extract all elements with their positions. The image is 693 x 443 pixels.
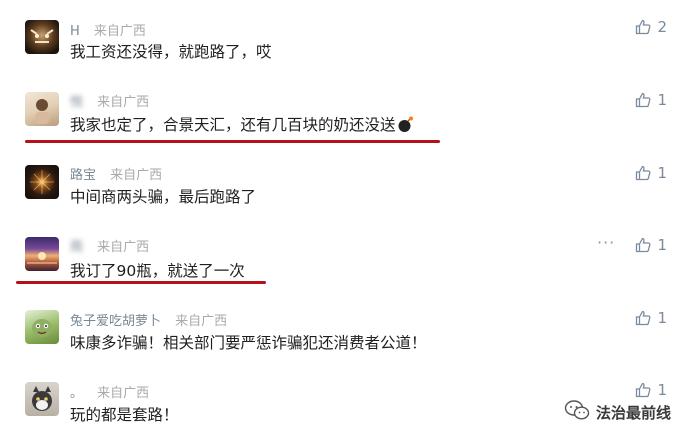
commenter-name[interactable]: 悦 (70, 95, 83, 110)
avatar[interactable] (25, 92, 59, 126)
avatar[interactable] (25, 20, 59, 54)
like-count: 2 (657, 18, 667, 36)
comment-text: 玩的都是套路！ (70, 406, 179, 424)
highlight-underline (25, 140, 440, 143)
comment-meta: 雨 来自广西 (70, 236, 149, 255)
comment-source: 来自广西 (97, 240, 150, 255)
like-count: 1 (657, 91, 667, 109)
thumbs-up-icon (635, 92, 651, 108)
commenter-name[interactable]: 。 (70, 386, 83, 401)
thumbs-up-icon (635, 237, 651, 253)
like-button[interactable]: 2 (635, 18, 667, 36)
comment-source: 来自广西 (175, 314, 228, 329)
commenter-name[interactable]: 兔子爱吃胡萝卜 (70, 314, 161, 329)
commenter-name[interactable]: 路宝 (70, 168, 96, 183)
comment-text: 我订了90瓶，就送了一次 (70, 262, 245, 280)
comment-meta: 路宝 来自广西 (70, 164, 162, 183)
thumbs-up-icon (635, 165, 651, 181)
avatar[interactable] (25, 237, 59, 271)
comment-source: 来自广西 (97, 95, 150, 110)
more-dots-icon[interactable]: ··· (597, 233, 615, 252)
comment-meta: 悦 来自广西 (70, 91, 149, 110)
like-button[interactable]: 1 (635, 381, 667, 399)
like-button[interactable]: 1 (635, 236, 667, 254)
comment-text: 中间商两头骗，最后跑路了 (70, 188, 257, 206)
like-count: 1 (657, 236, 667, 254)
like-count: 1 (657, 381, 667, 399)
thumbs-up-icon (635, 382, 651, 398)
comment-text: 味康多诈骗！相关部门要严惩诈骗犯还消费者公道！ (70, 334, 427, 352)
bomb-emoji-icon (397, 116, 414, 137)
comment-meta: 兔子爱吃胡萝卜 来自广西 (70, 310, 227, 329)
like-count: 1 (657, 309, 667, 327)
comment-source: 来自广西 (93, 24, 146, 39)
commenter-name[interactable]: H (70, 24, 80, 39)
like-count: 1 (657, 164, 667, 182)
comment-text-content: 我家也定了，合景天汇，还有几百块的奶还没送 (70, 116, 396, 134)
watermark: 法治最前线 (564, 399, 671, 425)
like-button[interactable]: 1 (635, 164, 667, 182)
comment-meta: H 来自广西 (70, 20, 146, 39)
avatar[interactable] (25, 382, 59, 416)
comment-source: 来自广西 (110, 168, 163, 183)
avatar[interactable] (25, 165, 59, 199)
comment-meta: 。 来自广西 (70, 382, 149, 401)
thumbs-up-icon (635, 19, 651, 35)
like-button[interactable]: 1 (635, 91, 667, 109)
like-button[interactable]: 1 (635, 309, 667, 327)
comment-text: 我家也定了，合景天汇，还有几百块的奶还没送 (70, 113, 414, 137)
comment-text: 我工资还没得，就跑路了，哎 (70, 43, 272, 61)
commenter-name[interactable]: 雨 (70, 240, 83, 255)
wechat-logo-icon (564, 399, 590, 425)
avatar[interactable] (25, 310, 59, 344)
thumbs-up-icon (635, 310, 651, 326)
comment-source: 来自广西 (97, 386, 150, 401)
watermark-text: 法治最前线 (595, 403, 671, 422)
highlight-underline (16, 281, 266, 284)
